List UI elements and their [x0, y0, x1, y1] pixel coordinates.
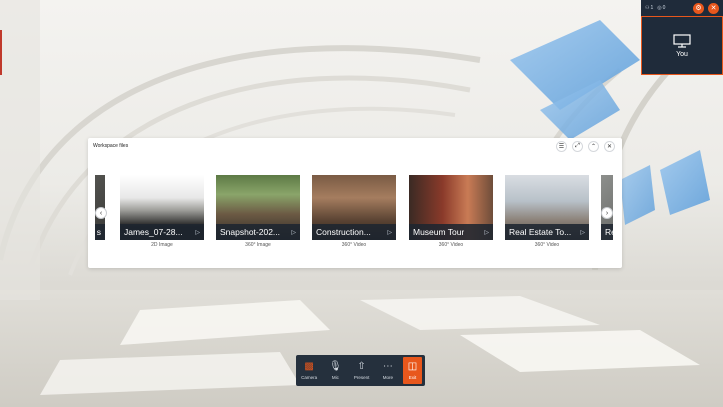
self-name: You	[676, 50, 688, 58]
file-label: James_07-28...	[124, 227, 183, 237]
collapse-button[interactable]: ⤢	[572, 141, 583, 152]
microphone-icon: 🎙	[329, 360, 342, 372]
play-icon: ▷	[387, 229, 392, 236]
carousel-prev-button[interactable]: ‹	[95, 207, 107, 219]
file-type: 2D Image	[151, 242, 173, 248]
collapse-icon: ⤢	[575, 143, 580, 149]
file-card[interactable]: Snapshot-202... ▷ 360° Image	[216, 175, 300, 248]
settings-button[interactable]: ⚙	[693, 2, 704, 14]
camera-off-icon: ▩	[304, 360, 314, 372]
play-icon: ▷	[484, 229, 489, 236]
chevron-up-icon: ⌃	[590, 144, 597, 150]
more-dots-icon: ⋯	[382, 360, 393, 372]
more-button[interactable]: ⋯ More	[375, 355, 401, 386]
panel-title: Workspace files	[93, 143, 129, 149]
list-view-button[interactable]: ☰	[556, 141, 567, 152]
file-card[interactable]: James_07-28... ▷ 2D Image	[120, 175, 204, 248]
file-card[interactable]: Museum Tour ▷ 360° Video	[409, 175, 493, 248]
file-label: Construction...	[316, 227, 371, 237]
file-label: s	[96, 227, 101, 237]
close-panel-button[interactable]: ✕	[604, 141, 615, 152]
exit-button[interactable]: ◫ Exit	[403, 357, 422, 384]
mic-label: Mic	[331, 374, 339, 380]
close-icon: ✕	[710, 5, 717, 12]
file-type: 360° Video	[438, 242, 464, 248]
file-type: 360° Video	[534, 242, 560, 248]
more-label: More	[382, 374, 393, 380]
play-icon: ▷	[580, 229, 585, 236]
chevron-right-icon: ›	[605, 209, 609, 217]
minimize-button[interactable]: ⌃	[588, 141, 599, 152]
file-type: 360° Image	[245, 242, 271, 248]
bottom-toolbar: ▩ Camera 🎙 Mic ⇧ Present ⋯ More ◫ Exit	[296, 355, 425, 386]
signal-indicator: ◎ 0	[657, 5, 665, 11]
file-label: Snapshot-202...	[220, 227, 281, 237]
self-video-tile[interactable]: You	[641, 16, 723, 75]
file-label: Real Estate To...	[509, 227, 572, 237]
file-card[interactable]: Construction... ▷ 360° Video	[312, 175, 396, 248]
close-session-button[interactable]: ✕	[708, 2, 719, 14]
share-icon: ⇧	[357, 360, 366, 372]
present-button[interactable]: ⇧ Present	[349, 355, 375, 386]
carousel-next-button[interactable]: ›	[601, 207, 613, 219]
file-type: 360° Video	[341, 242, 367, 248]
camera-button[interactable]: ▩ Camera	[296, 355, 322, 386]
monitor-icon	[673, 33, 691, 48]
top-status-bar: ⚇ 1 ◎ 0 ⚙ ✕	[641, 0, 723, 16]
people-icon: ⚇	[645, 5, 650, 11]
exit-label: Exit	[408, 374, 417, 380]
exit-door-icon: ◫	[407, 360, 418, 372]
play-icon: ▷	[291, 229, 296, 236]
close-icon: ✕	[606, 144, 613, 150]
signal-value: 0	[662, 5, 666, 11]
present-label: Present	[353, 374, 370, 380]
file-card[interactable]: Real Estate To... ▷ 360° Video	[505, 175, 589, 248]
workspace-files-panel: Workspace files ☰ ⤢ ⌃ ✕ s James_07-28...…	[88, 138, 622, 268]
file-label: Re	[605, 227, 613, 237]
file-label: Museum Tour	[413, 227, 465, 237]
participants-indicator[interactable]: ⚇ 1	[645, 5, 653, 11]
participants-count: 1	[650, 5, 654, 11]
camera-label: Camera	[301, 374, 318, 380]
chevron-left-icon: ‹	[99, 209, 103, 217]
left-edge-indicator	[0, 30, 2, 75]
mic-button[interactable]: 🎙 Mic	[322, 355, 348, 386]
play-icon: ▷	[195, 229, 200, 236]
list-icon: ☰	[558, 144, 565, 150]
files-carousel: s James_07-28... ▷ 2D Image Snapshot-202.…	[95, 175, 613, 252]
settings-icon: ⚙	[695, 5, 702, 12]
signal-icon: ◎	[657, 5, 662, 11]
